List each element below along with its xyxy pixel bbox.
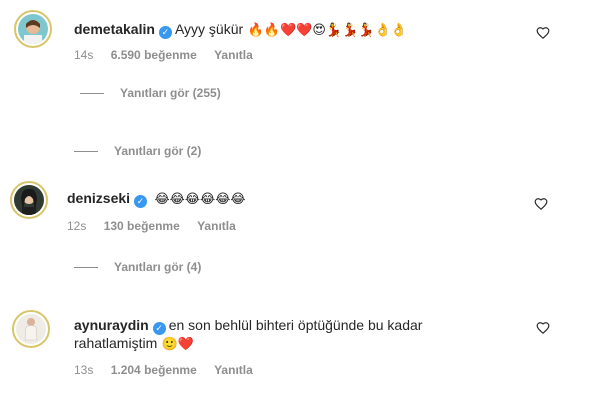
comment-body-2: denizseki ✓ 😂😂😂😂😂😂 [67,190,248,208]
verified-badge-icon: ✓ [152,322,166,335]
comment-emojis: 😂😂😂😂😂😂 [154,191,246,206]
comment-meta-1: 14s 6.590 beğenme Yanıtla [74,48,267,62]
avatar-image [14,185,44,215]
avatar-demetakalin[interactable] [14,10,52,48]
comment-username[interactable]: aynuraydin [74,317,149,333]
reply-button[interactable]: Yanıtla [214,363,253,377]
verified-badge-icon: ✓ [158,26,172,39]
thread-line [74,266,98,268]
comment-text-line2: rahatlamiştim [74,335,158,351]
comment-body-3: aynuraydin ✓ en son behlül bihteri öptüğün… [74,317,422,335]
avatar-denizseki[interactable] [10,181,48,219]
comment-text-line1: en son behlül bihteri öptüğünde bu kadar [168,317,423,333]
comment-username[interactable]: demetakalin [74,21,155,37]
reply-button[interactable]: Yanıtla [214,48,253,62]
view-replies-label: Yanıtları gör (2) [114,144,202,158]
view-replies-button[interactable]: Yanıtları gör (255) [80,86,221,100]
comment-likes[interactable]: 1.204 beğenme [111,363,197,377]
comment-likes[interactable]: 130 beğenme [104,219,180,233]
comment-time: 12s [67,219,87,233]
comment-body-1: demetakalin ✓ Ayyy şükür 🔥🔥❤️❤️😍💃💃💃👌👌 [74,21,409,39]
thread-line [74,150,98,152]
reply-button[interactable]: Yanıtla [197,219,236,233]
comment-likes[interactable]: 6.590 beğenme [111,48,197,62]
view-replies-button[interactable]: Yanıtları gör (4) [74,260,201,274]
avatar-image [18,14,48,44]
heart-outline-icon[interactable] [536,26,550,40]
view-replies-label: Yanıtları gör (4) [114,260,202,274]
view-replies-button[interactable]: Yanıtları gör (2) [74,144,201,158]
comment-emojis: 🔥🔥❤️❤️😍💃💃💃👌👌 [247,22,407,37]
avatar-aynuraydin[interactable] [12,310,50,348]
verified-badge-icon: ✓ [134,195,148,208]
comment-text: Ayyy şükür [174,21,244,37]
comment-emojis: 🙂❤️ [161,336,195,351]
comment-username[interactable]: denizseki [67,190,130,206]
thread-line [80,92,104,94]
comment-body-3-line2: rahatlamiştim 🙂❤️ [74,335,196,353]
comment-meta-2: 12s 130 beğenme Yanıtla [67,219,250,233]
view-replies-label: Yanıtları gör (255) [120,86,221,100]
comment-time: 13s [74,363,94,377]
heart-outline-icon[interactable] [534,197,548,211]
avatar-image [16,314,46,344]
comment-meta-3: 13s 1.204 beğenme Yanıtla [74,363,267,377]
comment-time: 14s [74,48,94,62]
heart-outline-icon[interactable] [536,321,550,335]
